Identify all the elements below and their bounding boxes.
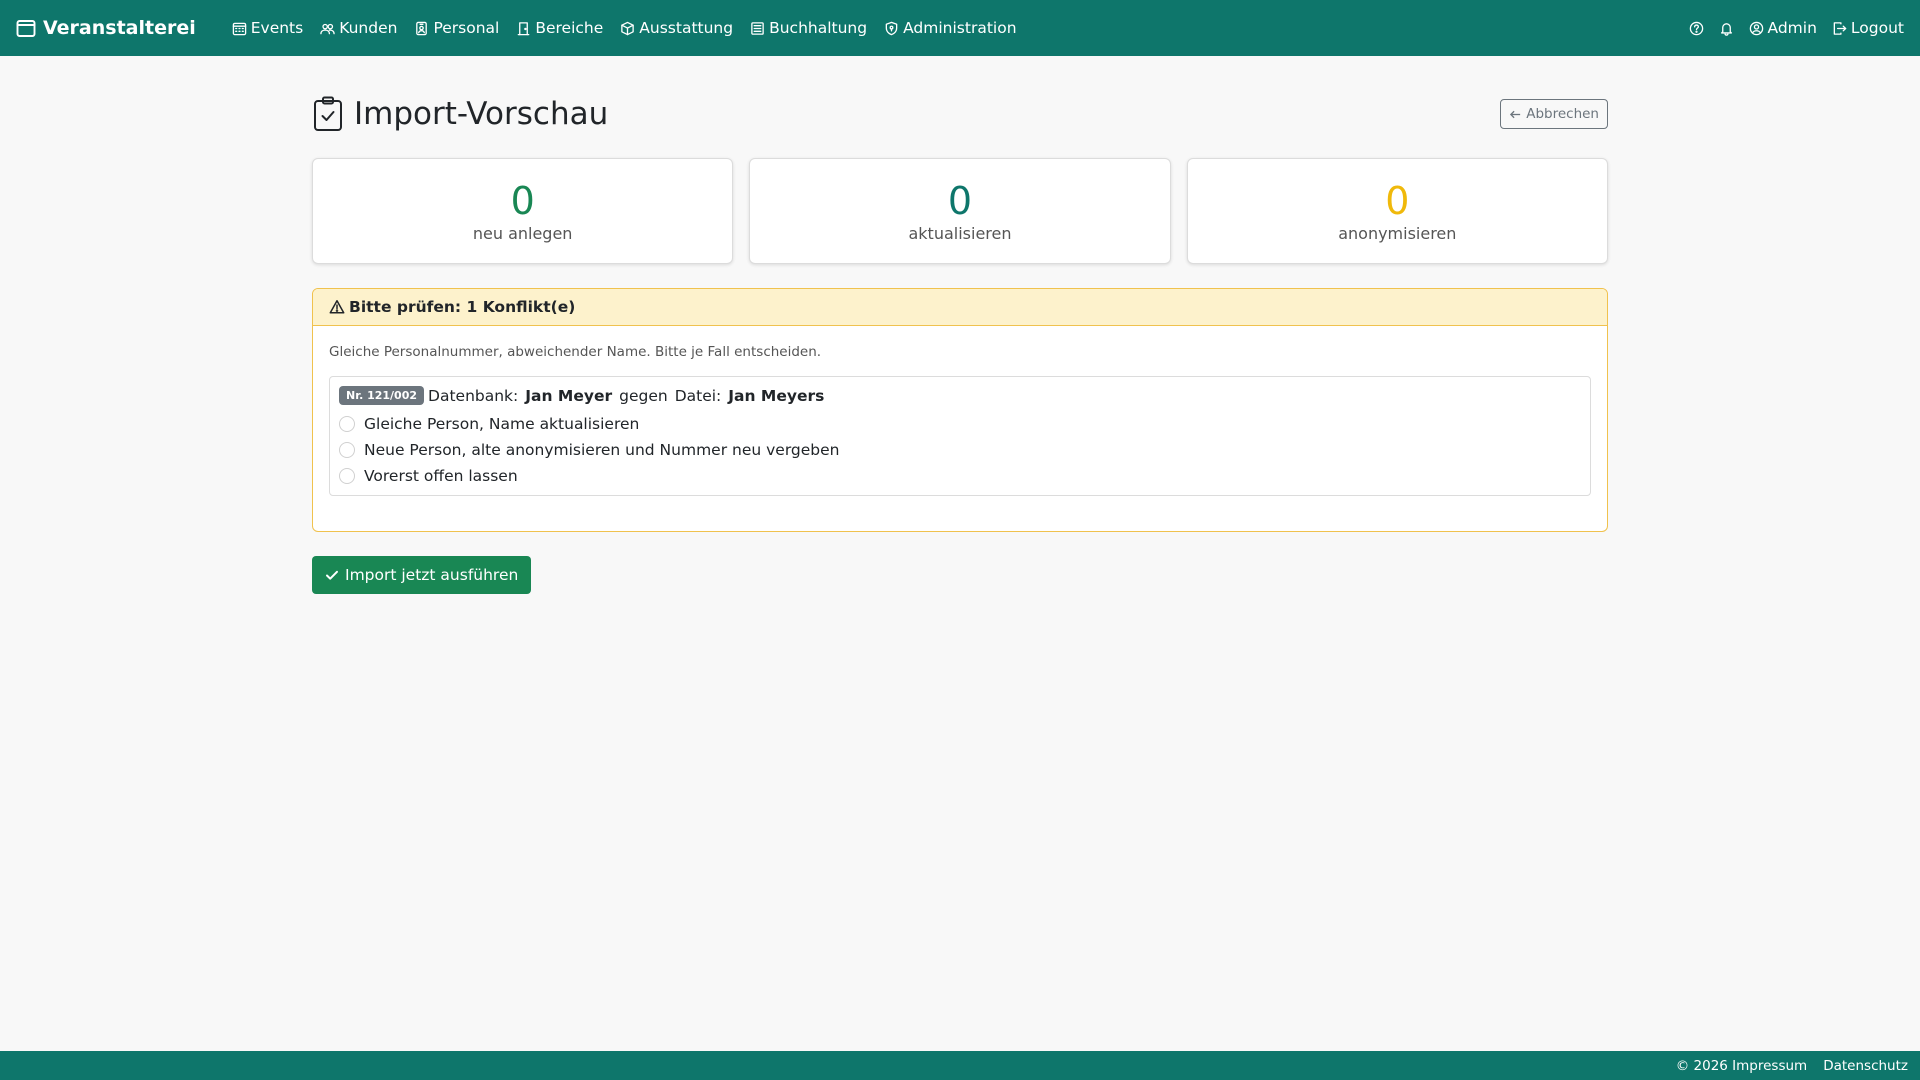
calendar-grid-icon: [232, 22, 246, 35]
main-nav: Events Kunden Personal Bereiche Ausstatt…: [232, 19, 1017, 37]
logout-label: Logout: [1850, 19, 1904, 37]
conflict-header: Bitte prüfen: 1 Konflikt(e): [313, 289, 1607, 326]
page-header: Import-Vorschau Abbrechen: [312, 96, 1608, 132]
logout-link[interactable]: Logout: [1832, 19, 1904, 37]
run-import-button[interactable]: Import jetzt ausführen: [312, 556, 532, 594]
conflict-body: Gleiche Personalnummer, abweichender Nam…: [313, 326, 1607, 512]
option-leave-open-label: Vorerst offen lassen: [364, 467, 518, 485]
nav-item-ausstattung[interactable]: Ausstattung: [620, 19, 733, 37]
option-new-person-label: Neue Person, alte anonymisieren und Numm…: [364, 441, 840, 459]
page-title: Import-Vorschau: [312, 96, 608, 132]
stat-label-update: aktualisieren: [908, 224, 1012, 243]
nav-label-kunden: Kunden: [339, 19, 398, 37]
db-name: Jan Meyer: [525, 386, 613, 405]
arrow-left-icon: [1510, 110, 1521, 118]
ledger-icon: [751, 21, 764, 35]
option-update-name-label: Gleiche Person, Name aktualisieren: [364, 415, 640, 433]
nav-label-buchhaltung: Buchhaltung: [769, 19, 868, 37]
stat-card-anonymize: 0 anonymisieren: [1186, 158, 1608, 264]
nav-item-kunden[interactable]: Kunden: [320, 19, 397, 37]
conflict-header-text: Bitte prüfen: 1 Konflikt(e): [349, 298, 576, 316]
option-update-name[interactable]: Gleiche Person, Name aktualisieren: [339, 415, 1581, 433]
footer: © 2026 Impressum Datenschutz: [0, 1051, 1920, 1080]
option-new-person[interactable]: Neue Person, alte anonymisieren und Numm…: [339, 441, 1581, 459]
help-button[interactable]: [1689, 21, 1704, 36]
file-label: Datei:: [674, 386, 722, 405]
brand-link[interactable]: Veranstalterei: [16, 17, 196, 39]
stats-row: 0 neu anlegen 0 aktualisieren 0 anonymis…: [312, 158, 1608, 264]
run-import-label: Import jetzt ausführen: [345, 566, 519, 584]
stat-label-anonymize: anonymisieren: [1338, 224, 1457, 243]
page-title-text: Import-Vorschau: [354, 96, 609, 132]
personnel-number-badge: Nr. 121/002: [339, 386, 425, 405]
top-navbar: Veranstalterei Events Kunden Personal Be…: [0, 0, 1920, 56]
radio-new-person[interactable]: [339, 442, 355, 458]
nav-item-administration[interactable]: Administration: [884, 19, 1017, 37]
people-icon: [320, 23, 335, 34]
nav-label-personal: Personal: [433, 19, 500, 37]
option-leave-open[interactable]: Vorerst offen lassen: [339, 467, 1581, 485]
nav-item-personal[interactable]: Personal: [414, 19, 499, 37]
cancel-button-label: Abbrechen: [1526, 106, 1599, 122]
question-circle-icon: [1689, 21, 1703, 35]
shield-icon: [885, 21, 898, 35]
nav-item-events[interactable]: Events: [232, 19, 303, 37]
nav-label-bereiche: Bereiche: [535, 19, 604, 37]
nav-label-ausstattung: Ausstattung: [639, 19, 734, 37]
clipboard-check-icon: [314, 96, 342, 131]
person-badge-icon: [416, 21, 428, 35]
stat-label-new: neu anlegen: [472, 224, 573, 243]
box-icon: [621, 21, 635, 35]
nav-label-administration: Administration: [903, 19, 1017, 37]
cancel-button[interactable]: Abbrechen: [1500, 99, 1608, 129]
file-name: Jan Meyers: [728, 386, 825, 405]
user-menu[interactable]: Admin: [1749, 19, 1817, 37]
stat-value-new: 0: [510, 179, 535, 223]
datenschutz-link[interactable]: Datenschutz: [1823, 1058, 1908, 1074]
stat-card-update: 0 aktualisieren: [749, 158, 1171, 264]
nav-item-bereiche[interactable]: Bereiche: [516, 19, 603, 37]
calendar-icon: [16, 20, 36, 37]
impressum-link[interactable]: © 2026 Impressum: [1676, 1058, 1807, 1074]
bell-icon: [1720, 22, 1732, 36]
stat-card-new: 0 neu anlegen: [312, 158, 734, 264]
notifications-button[interactable]: [1719, 21, 1734, 36]
door-icon: [518, 21, 530, 35]
radio-update-name[interactable]: [339, 416, 355, 432]
conflict-description: Gleiche Personalnummer, abweichender Nam…: [329, 344, 822, 360]
stat-value-anonymize: 0: [1385, 179, 1410, 223]
conflict-card: Bitte prüfen: 1 Konflikt(e) Gleiche Pers…: [312, 288, 1608, 532]
user-circle-icon: [1749, 21, 1763, 35]
radio-leave-open[interactable]: [339, 468, 355, 484]
db-label: Datenbank:: [428, 386, 519, 405]
stat-value-update: 0: [947, 179, 973, 223]
conflict-summary: Nr. 121/002 Datenbank: Jan Meyer gegen D…: [339, 386, 1581, 405]
brand-label: Veranstalterei: [43, 17, 196, 39]
warning-triangle-icon: [329, 300, 345, 314]
nav-item-buchhaltung[interactable]: Buchhaltung: [750, 19, 867, 37]
versus-label: gegen: [619, 386, 668, 405]
logout-icon: [1833, 21, 1847, 35]
user-name: Admin: [1767, 19, 1817, 37]
conflict-item: Nr. 121/002 Datenbank: Jan Meyer gegen D…: [329, 376, 1591, 496]
nav-label-events: Events: [250, 19, 304, 37]
nav-right: Admin Logout: [1689, 19, 1904, 37]
check-icon: [326, 570, 338, 580]
